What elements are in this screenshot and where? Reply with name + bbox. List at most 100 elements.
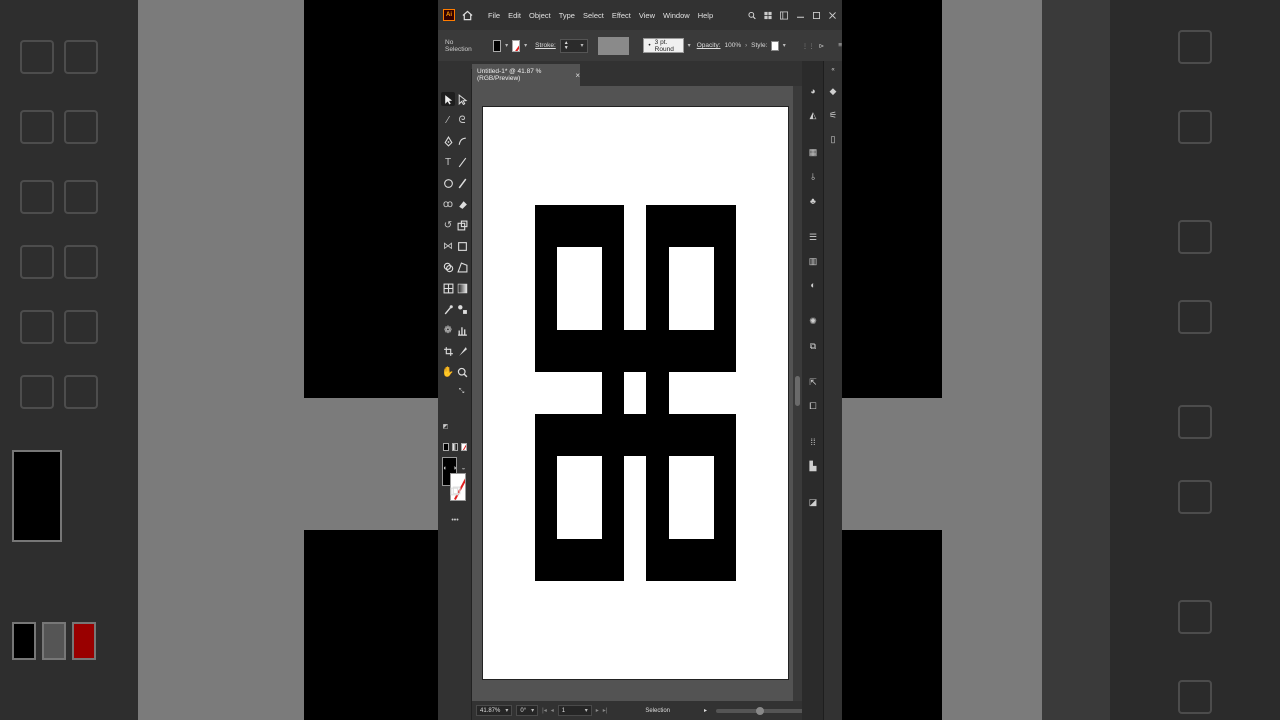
screen-mode-icon[interactable] [448, 484, 462, 498]
mesh-icon[interactable] [441, 281, 455, 295]
brush-definition-dropdown[interactable]: • 3 pt. Round [643, 38, 684, 53]
graphic-styles-icon[interactable]: ⧉ [807, 340, 819, 352]
transparency-icon[interactable]: ◐ [807, 279, 819, 291]
chevron-down-icon[interactable]: ▾ [505, 42, 508, 49]
artboard-tool-icon[interactable] [441, 344, 455, 358]
hand-tool-icon[interactable]: ✋ [441, 365, 455, 379]
layers-icon[interactable]: ◪ [807, 496, 819, 508]
symbols-icon[interactable]: ♣ [807, 195, 819, 207]
perspective-grid-icon[interactable] [455, 260, 469, 274]
menu-file[interactable]: File [488, 11, 500, 20]
close-icon[interactable]: × [575, 71, 580, 80]
shape-center-bar-bottom[interactable] [624, 414, 646, 456]
direct-selection-tool-icon[interactable] [455, 92, 469, 106]
stroke-panel-icon[interactable]: ☰ [807, 231, 819, 243]
adjustments-icon[interactable]: ⚟ [827, 109, 839, 121]
graph-icon[interactable] [455, 323, 469, 337]
shape-builder-icon[interactable] [441, 260, 455, 274]
default-fill-stroke-icon[interactable]: ◩ [441, 422, 450, 431]
tools-panel-header[interactable] [438, 61, 472, 69]
menu-edit[interactable]: Edit [508, 11, 521, 20]
libraries-icon[interactable]: ▯ [827, 133, 839, 145]
status-scroll-slider[interactable] [716, 706, 805, 715]
restore-icon[interactable] [812, 11, 820, 19]
first-artboard-icon[interactable]: |◂ [542, 707, 547, 714]
draw-inside-icon[interactable]: ◒ [459, 463, 468, 473]
zoom-field[interactable]: 41.87% ▾ [476, 705, 513, 716]
menu-select[interactable]: Select [583, 11, 604, 20]
export-icon[interactable]: ⇱ [807, 376, 819, 388]
edit-toolbar-icon[interactable]: ••• [448, 513, 462, 527]
stepper-icon[interactable]: ▲ ▼ [564, 40, 569, 51]
properties-icon[interactable]: ◆ [827, 85, 839, 97]
line-segment-icon[interactable] [455, 155, 469, 169]
shape-center-bar-left[interactable] [602, 330, 624, 456]
none-mode-icon[interactable] [459, 442, 468, 452]
shape-center-bar-right[interactable] [646, 330, 669, 456]
search-icon[interactable] [748, 11, 756, 19]
previous-artboard-icon[interactable]: ◂ [551, 707, 554, 714]
chevron-down-icon[interactable]: ▾ [580, 42, 583, 49]
menu-window[interactable]: Window [663, 11, 690, 20]
collapse-panels-icon[interactable]: « [827, 64, 839, 76]
stroke-weight-field[interactable]: ▲ ▼ ▾ [559, 38, 588, 53]
lasso-icon[interactable]: ᘓ [455, 113, 469, 127]
vertical-scrollbar[interactable] [793, 86, 802, 701]
chevron-down-icon[interactable]: ▾ [688, 42, 691, 49]
gradient-mode-icon[interactable] [450, 442, 459, 452]
curvature-tool-icon[interactable] [455, 134, 469, 148]
blend-icon[interactable] [455, 302, 469, 316]
panel-menu-icon[interactable]: ≡ [838, 42, 842, 49]
chevron-down-icon[interactable]: ▾ [505, 707, 508, 714]
align-icon[interactable]: ⋮⋮ [802, 42, 815, 50]
graphic-style-swatch[interactable] [771, 40, 779, 51]
close-icon[interactable] [828, 11, 836, 19]
slice-icon[interactable] [455, 344, 469, 358]
arrange-documents-icon[interactable] [764, 11, 772, 19]
status-menu-icon[interactable]: ▸ [704, 707, 707, 714]
gradient-icon[interactable] [455, 281, 469, 295]
draw-behind-icon[interactable]: ◑ [450, 463, 459, 473]
rotation-field[interactable]: 0° ▾ [516, 705, 539, 716]
chevron-right-icon[interactable]: › [745, 43, 747, 49]
home-icon[interactable] [460, 8, 474, 22]
menu-effect[interactable]: Effect [612, 11, 631, 20]
width-tool-icon[interactable]: ⋈ [441, 239, 455, 253]
draw-normal-icon[interactable]: ◐ [441, 463, 450, 473]
eraser-icon[interactable] [455, 197, 469, 211]
next-artboard-icon[interactable]: ▸ [596, 707, 599, 714]
symbol-sprayer-icon[interactable]: ❁ [441, 323, 455, 337]
type-tool-icon[interactable]: T [441, 155, 455, 169]
chevron-down-icon[interactable]: ▾ [524, 42, 527, 49]
minimize-icon[interactable] [796, 11, 804, 19]
appearance-icon[interactable]: ✺ [807, 315, 819, 327]
align-panel-icon[interactable]: ⁞⁞ [807, 436, 819, 448]
stroke-label[interactable]: Stroke: [535, 42, 556, 49]
document-tab[interactable]: Untitled-1* @ 41.87 % (RGB/Preview) × [472, 64, 580, 86]
chevron-down-icon[interactable]: ▾ [783, 42, 786, 49]
color-panel-icon[interactable]: ◭ [807, 109, 819, 121]
artboards-panel-icon[interactable]: ⧠ [807, 400, 819, 412]
shaper-tool-icon[interactable]: ꝏ [441, 197, 455, 211]
gradient-panel-icon[interactable]: ▥ [807, 255, 819, 267]
color-mode-icon[interactable] [441, 442, 450, 452]
chevron-down-icon[interactable]: ▾ [585, 707, 588, 714]
transform-icon[interactable]: ⊳ [819, 42, 824, 50]
scroll-thumb[interactable] [795, 376, 800, 406]
artboard-number-field[interactable]: 1 ▾ [557, 705, 592, 716]
swatches-icon[interactable]: ▦ [807, 146, 819, 158]
free-transform-icon[interactable] [455, 239, 469, 253]
selection-tool-icon[interactable] [441, 92, 455, 106]
opacity-label[interactable]: Opacity: [697, 42, 721, 49]
rotate-tool-icon[interactable]: ↺ [441, 218, 455, 232]
workspace-switcher-icon[interactable] [780, 11, 788, 19]
fill-color-swatch[interactable] [492, 39, 502, 52]
menu-view[interactable]: View [639, 11, 655, 20]
brushes-icon[interactable]: ⫰ [807, 171, 819, 183]
artboard[interactable] [482, 106, 789, 680]
magic-wand-icon[interactable]: ⁄ [441, 113, 455, 127]
opacity-value[interactable]: 100% [725, 42, 742, 49]
menu-object[interactable]: Object [529, 11, 551, 20]
pathfinder-icon[interactable]: ▙ [807, 460, 819, 472]
stroke-color-swatch[interactable] [512, 39, 521, 52]
